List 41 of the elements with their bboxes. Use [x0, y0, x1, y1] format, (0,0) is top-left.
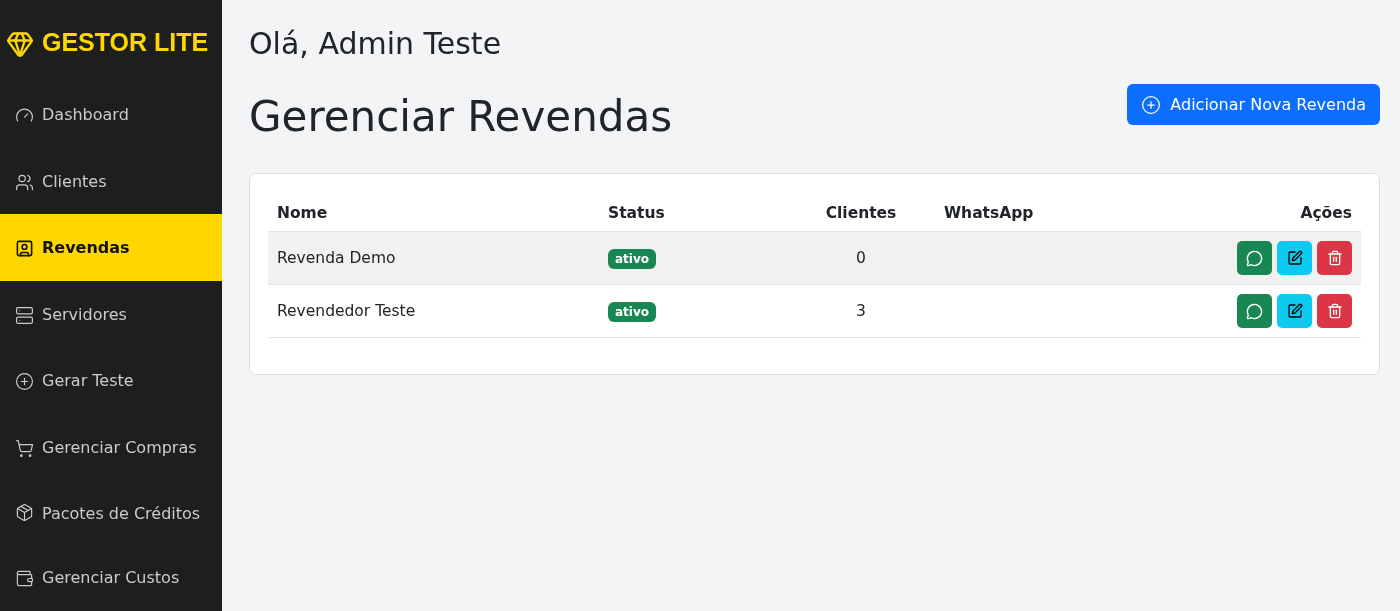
plus-icon	[1141, 94, 1162, 115]
table-cell: 3	[856, 302, 866, 320]
sidebar-item[interactable]: Gerenciar Compras	[0, 413, 222, 480]
delete-button[interactable]	[1317, 294, 1352, 328]
servers-icon	[15, 305, 34, 325]
table-cell: 0	[856, 249, 866, 267]
chat-bubble-icon	[1246, 249, 1263, 267]
status-badge: ativo	[608, 249, 656, 269]
add-reseller-button[interactable]: Adicionar Nova Revenda	[1127, 84, 1380, 125]
chat-bubble-icon	[1246, 302, 1263, 320]
whatsapp-button[interactable]	[1237, 294, 1272, 328]
edit-icon	[1286, 303, 1303, 319]
column-header: Status	[599, 192, 787, 232]
column-header: Ações	[1163, 192, 1361, 232]
greeting: Olá, Admin Teste	[249, 26, 503, 61]
sidebar-item[interactable]: Clientes	[0, 147, 222, 214]
sidebar-item[interactable]: Gerenciar Custos	[0, 544, 222, 611]
status-badge: ativo	[608, 302, 656, 322]
sidebar-item[interactable]: Servidores	[0, 280, 222, 347]
sidebar-item[interactable]: Revendas	[0, 214, 222, 281]
column-header: WhatsApp	[935, 192, 1163, 232]
column-header: Nome	[268, 192, 599, 232]
page-title: Gerenciar Revendas	[249, 91, 673, 143]
sidebar-item[interactable]: Dashboard	[0, 81, 222, 148]
column-header: Clientes	[787, 192, 935, 232]
trash-icon	[1326, 250, 1343, 266]
dashboard-icon	[15, 106, 34, 125]
trash-icon	[1326, 303, 1343, 319]
table-cell: Revendedor Teste	[277, 302, 416, 320]
whatsapp-button[interactable]	[1237, 241, 1272, 275]
table-cell: Revenda Demo	[277, 249, 396, 267]
sidebar-item[interactable]: Gerar Teste	[0, 347, 222, 414]
edit-icon	[1286, 250, 1303, 266]
brand-name: GESTOR LITE	[42, 28, 209, 57]
edit-button[interactable]	[1277, 294, 1312, 328]
sidebar-item[interactable]: Pacotes de Créditos	[0, 480, 222, 545]
gem-icon	[6, 30, 34, 58]
box-icon	[15, 503, 34, 522]
clients-icon	[15, 172, 34, 192]
edit-button[interactable]	[1277, 241, 1312, 275]
delete-button[interactable]	[1317, 241, 1352, 275]
